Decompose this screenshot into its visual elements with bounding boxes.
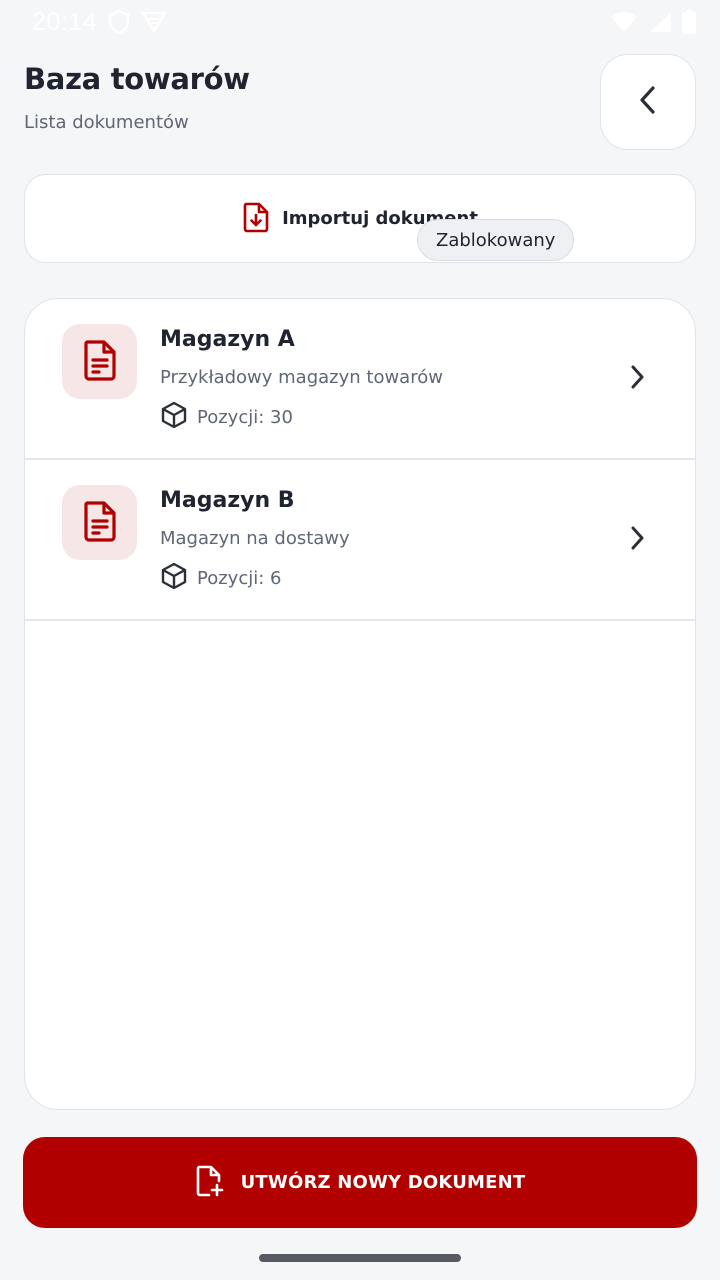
signal-icon — [648, 11, 672, 33]
create-document-label: UTWÓRZ NOWY DOKUMENT — [240, 1172, 526, 1193]
item-count: Pozycji: 30 — [160, 401, 293, 434]
file-add-icon — [195, 1164, 225, 1202]
item-title: Magazyn B — [160, 488, 295, 513]
document-icon — [82, 500, 118, 546]
wifi-icon — [610, 11, 638, 33]
document-list: Magazyn A Przykładowy magazyn towarów Po… — [24, 298, 696, 1110]
status-bar: 20:14 — [0, 0, 720, 44]
item-count: Pozycji: 6 — [160, 562, 281, 595]
back-button[interactable] — [600, 54, 696, 150]
chevron-right-icon — [627, 363, 647, 395]
create-document-button[interactable]: UTWÓRZ NOWY DOKUMENT — [23, 1137, 697, 1228]
battery-icon — [682, 10, 696, 34]
item-description: Magazyn na dostawy — [160, 528, 350, 549]
file-import-icon — [242, 201, 270, 237]
home-indicator[interactable] — [259, 1254, 461, 1262]
document-icon — [82, 339, 118, 385]
shield-icon — [107, 9, 131, 35]
page-title: Baza towarów — [24, 62, 250, 96]
chevron-left-icon — [636, 84, 660, 120]
item-description: Przykładowy magazyn towarów — [160, 367, 443, 388]
page-subtitle: Lista dokumentów — [24, 112, 189, 133]
status-badge: Zablokowany — [417, 219, 575, 261]
status-time: 20:14 — [32, 7, 98, 36]
vpn-icon — [141, 10, 168, 34]
box-icon — [160, 562, 188, 595]
status-right — [610, 10, 696, 34]
list-item-magazyn-b[interactable]: Magazyn B Magazyn na dostawy Pozycji: 6 — [25, 460, 695, 621]
chevron-right-icon — [627, 524, 647, 556]
item-count-label: Pozycji: 6 — [197, 568, 282, 589]
import-document-button[interactable]: Importuj dokument — [24, 174, 696, 263]
item-count-label: Pozycji: 30 — [197, 407, 293, 428]
document-icon-box — [62, 324, 137, 399]
header: Baza towarów Lista dokumentów — [24, 62, 250, 133]
item-title: Magazyn A — [160, 327, 295, 352]
box-icon — [160, 401, 188, 434]
status-left: 20:14 — [32, 7, 168, 37]
list-item-magazyn-a[interactable]: Magazyn A Przykładowy magazyn towarów Po… — [25, 299, 695, 460]
document-icon-box — [62, 485, 137, 560]
